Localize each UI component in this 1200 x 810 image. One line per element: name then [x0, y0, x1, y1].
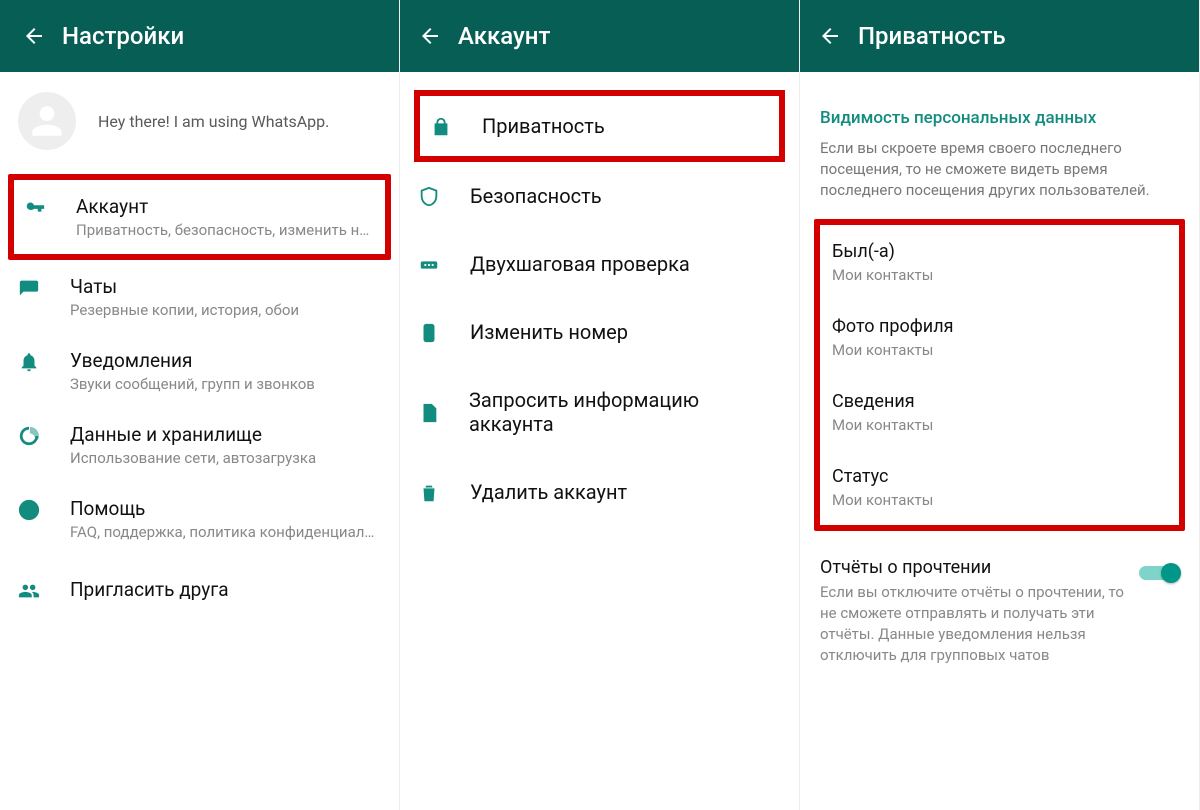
item-title: Был(-а)	[832, 241, 1167, 262]
privacy-item-profile-photo[interactable]: Фото профиля Мои контакты	[820, 300, 1179, 375]
item-title: Фото профиля	[832, 316, 1167, 337]
document-icon	[418, 402, 440, 424]
appbar-title: Настройки	[62, 22, 184, 50]
section-header: Видимость персональных данных	[800, 72, 1199, 138]
item-title: Уведомления	[70, 349, 381, 372]
phone-swap-icon	[418, 322, 440, 344]
profile-row[interactable]: Hey there! I am using WhatsApp.	[0, 72, 399, 172]
people-icon	[18, 580, 40, 602]
item-subtitle: Резервные копии, история, обои	[70, 301, 381, 319]
settings-item-data[interactable]: Данные и хранилище Использование сети, а…	[0, 408, 399, 482]
arrow-back-icon	[818, 24, 842, 48]
item-title: Безопасность	[470, 184, 602, 208]
item-title: Отчёты о прочтении	[820, 557, 1127, 578]
account-item-change-number[interactable]: Изменить номер	[400, 298, 799, 366]
chat-icon	[18, 277, 40, 299]
account-item-privacy[interactable]: Приватность	[420, 98, 779, 154]
settings-item-account[interactable]: Аккаунт Приватность, безопасность, измен…	[14, 180, 385, 254]
back-button[interactable]	[10, 12, 58, 60]
item-title: Данные и хранилище	[70, 423, 381, 446]
item-title: Удалить аккаунт	[470, 480, 627, 504]
item-subtitle: Звуки сообщений, групп и звонков	[70, 375, 381, 393]
item-subtitle: Мои контакты	[832, 341, 1167, 359]
account-item-two-step[interactable]: Двухшаговая проверка	[400, 230, 799, 298]
item-title: Изменить номер	[470, 320, 628, 344]
highlight-account: Аккаунт Приватность, безопасность, измен…	[8, 174, 391, 260]
settings-screen: Настройки Hey there! I am using WhatsApp…	[0, 0, 400, 810]
back-button[interactable]	[406, 12, 454, 60]
avatar	[18, 92, 76, 150]
appbar-title: Приватность	[858, 22, 1006, 50]
data-usage-icon	[18, 425, 40, 447]
item-title: Пригласить друга	[70, 578, 381, 601]
shield-icon	[418, 186, 440, 208]
settings-item-notifications[interactable]: Уведомления Звуки сообщений, групп и зво…	[0, 334, 399, 408]
item-subtitle: Мои контакты	[832, 416, 1167, 434]
profile-status: Hey there! I am using WhatsApp.	[98, 112, 329, 131]
account-item-delete[interactable]: Удалить аккаунт	[400, 458, 799, 526]
item-subtitle: Использование сети, автозагрузка	[70, 449, 381, 467]
arrow-back-icon	[22, 24, 46, 48]
privacy-item-about[interactable]: Сведения Мои контакты	[820, 375, 1179, 450]
item-title: Сведения	[832, 391, 1167, 412]
appbar: Аккаунт	[400, 0, 799, 72]
item-subtitle: Приватность, безопасность, изменить номе…	[76, 221, 375, 239]
bell-icon	[18, 351, 40, 373]
item-subtitle: FAQ, поддержка, политика конфиденциально…	[70, 523, 381, 541]
password-icon	[418, 254, 440, 276]
help-icon: ?	[18, 499, 40, 521]
account-item-request-info[interactable]: Запросить информацию аккаунта	[400, 366, 799, 458]
item-title: Приватность	[482, 114, 605, 138]
svg-text:?: ?	[26, 504, 32, 519]
lock-icon	[430, 116, 452, 138]
settings-item-chats[interactable]: Чаты Резервные копии, история, обои	[0, 260, 399, 334]
item-subtitle: Мои контакты	[832, 491, 1167, 509]
item-title: Помощь	[70, 497, 381, 520]
arrow-back-icon	[418, 24, 442, 48]
privacy-item-status[interactable]: Статус Мои контакты	[820, 450, 1179, 525]
privacy-item-read-receipts[interactable]: Отчёты о прочтении Если вы отключите отч…	[800, 537, 1199, 686]
appbar-title: Аккаунт	[458, 22, 550, 50]
key-icon	[24, 197, 46, 219]
appbar: Настройки	[0, 0, 399, 72]
highlight-visibility: Был(-а) Мои контакты Фото профиля Мои ко…	[814, 219, 1185, 531]
highlight-privacy: Приватность	[414, 90, 785, 162]
item-subtitle: Если вы отключите отчёты о прочтении, то…	[820, 582, 1127, 666]
settings-item-invite[interactable]: Пригласить друга	[0, 556, 399, 619]
item-title: Запросить информацию аккаунта	[469, 388, 781, 436]
person-icon	[29, 103, 65, 139]
privacy-screen: Приватность Видимость персональных данны…	[800, 0, 1200, 810]
back-button[interactable]	[806, 12, 854, 60]
read-receipts-switch[interactable]	[1139, 561, 1179, 585]
item-title: Чаты	[70, 275, 381, 298]
item-subtitle: Мои контакты	[832, 266, 1167, 284]
item-title: Статус	[832, 466, 1167, 487]
account-item-security[interactable]: Безопасность	[400, 162, 799, 230]
trash-icon	[418, 482, 440, 504]
section-description: Если вы скроете время своего последнего …	[800, 138, 1199, 215]
switch-thumb	[1161, 563, 1181, 583]
appbar: Приватность	[800, 0, 1199, 72]
item-title: Двухшаговая проверка	[470, 252, 690, 276]
account-screen: Аккаунт Приватность Безопасность Двухшаг…	[400, 0, 800, 810]
item-title: Аккаунт	[76, 195, 375, 218]
settings-item-help[interactable]: ? Помощь FAQ, поддержка, политика конфид…	[0, 482, 399, 556]
privacy-item-last-seen[interactable]: Был(-а) Мои контакты	[820, 225, 1179, 300]
